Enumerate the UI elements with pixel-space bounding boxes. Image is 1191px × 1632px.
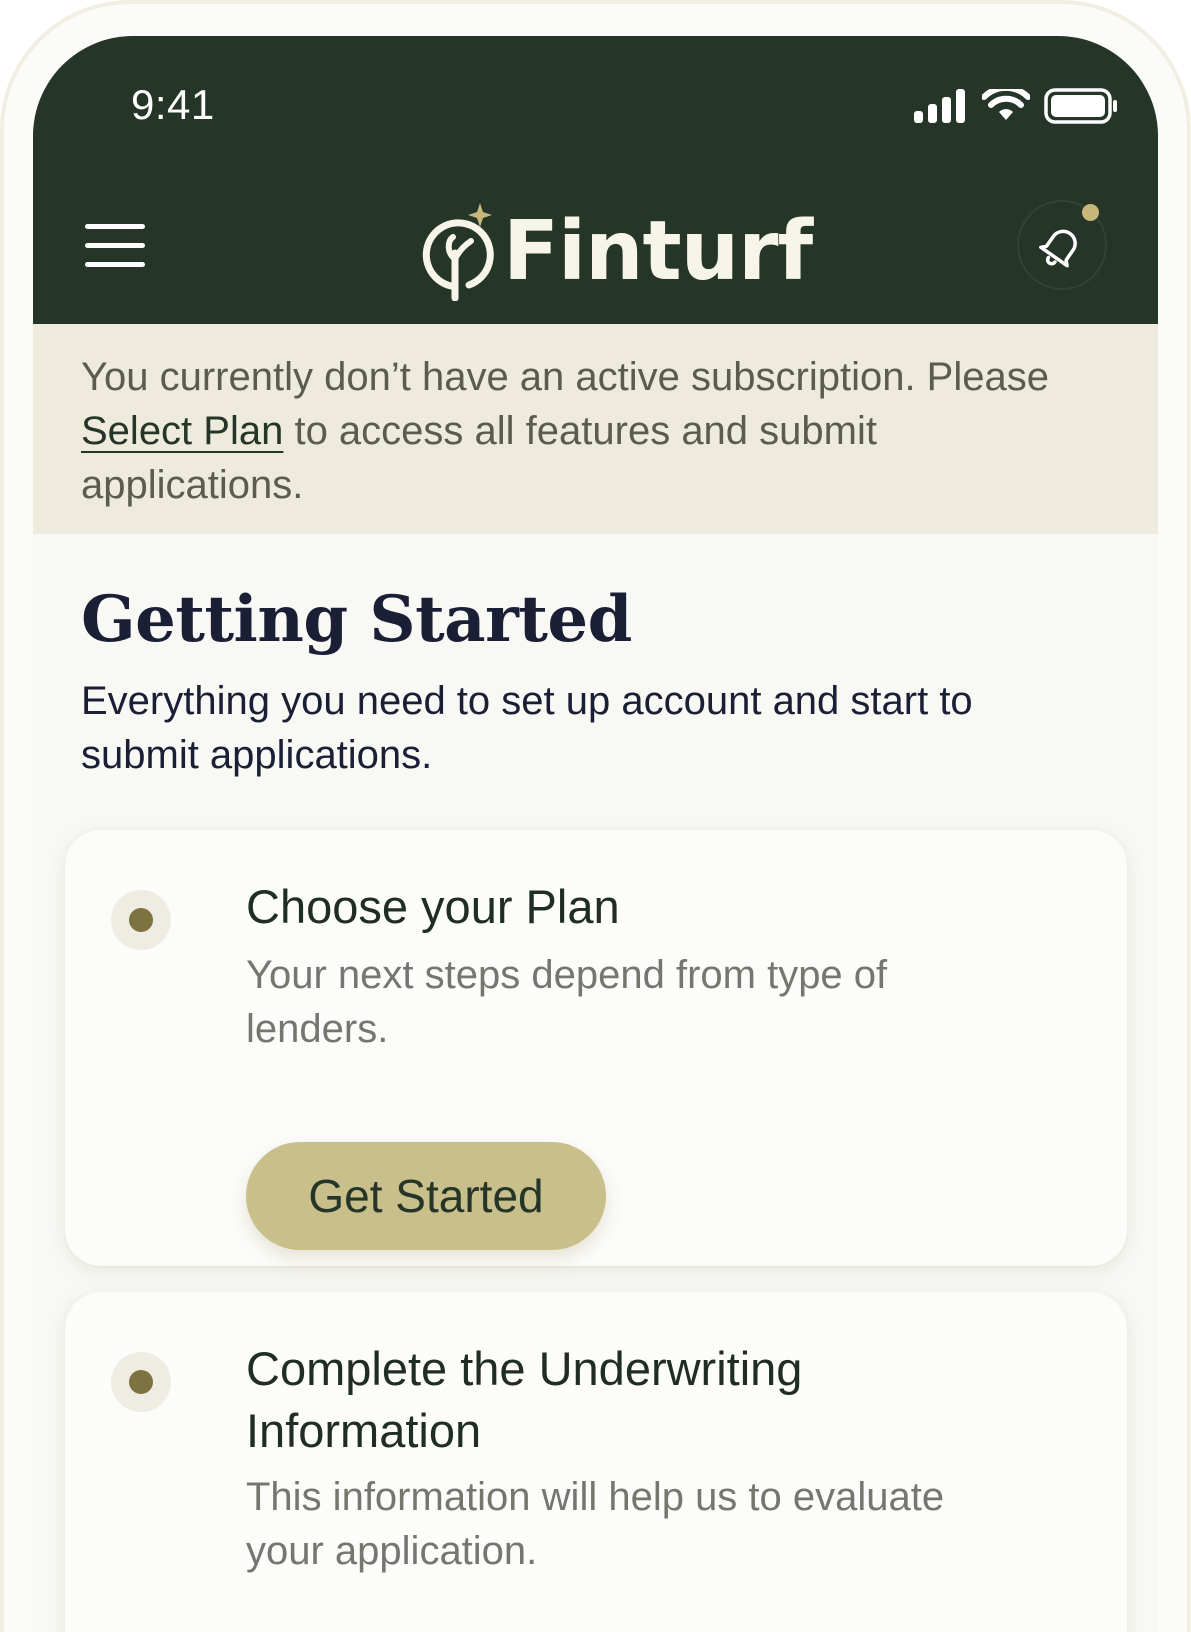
get-started-button[interactable]: Get Started — [246, 1142, 606, 1250]
bell-icon — [1039, 229, 1077, 268]
battery-icon — [1044, 88, 1117, 124]
notification-badge-dot — [1082, 204, 1099, 221]
app-screen: 9:41 Finturf You currently don’t have an… — [33, 36, 1158, 1632]
status-time: 9:41 — [131, 81, 215, 128]
app-name: Finturf — [503, 203, 813, 299]
select-plan-link[interactable]: Select Plan — [81, 409, 283, 453]
step-card-underwriting: Complete the Underwriting Information Th… — [65, 1292, 1127, 1632]
wifi-icon — [982, 89, 1030, 120]
app-logo: Finturf — [417, 196, 813, 306]
step-description: Your next steps depend from type of lend… — [246, 953, 888, 1051]
step-title: Choose your Plan — [246, 880, 620, 933]
step-description: This information will help us to evaluat… — [246, 1475, 945, 1573]
step-status-dot — [111, 890, 171, 950]
cellular-signal-icon — [914, 89, 965, 123]
page-title: Getting Started — [81, 582, 632, 657]
step-status-dot — [111, 1352, 171, 1412]
step-card-choose-plan: Choose your Plan Your next steps depend … — [65, 830, 1127, 1266]
hamburger-menu-icon[interactable] — [85, 224, 145, 268]
step-title: Complete the Underwriting Information — [246, 1342, 803, 1457]
banner-text-before: You currently don’t have an active subsc… — [81, 355, 1049, 399]
status-icons — [914, 86, 1118, 126]
app-header: 9:41 Finturf — [33, 36, 1158, 324]
sprout-logo-icon — [422, 203, 494, 301]
page-subtitle: Everything you need to set up account an… — [81, 679, 973, 777]
subscription-banner: You currently don’t have an active subsc… — [33, 324, 1158, 534]
